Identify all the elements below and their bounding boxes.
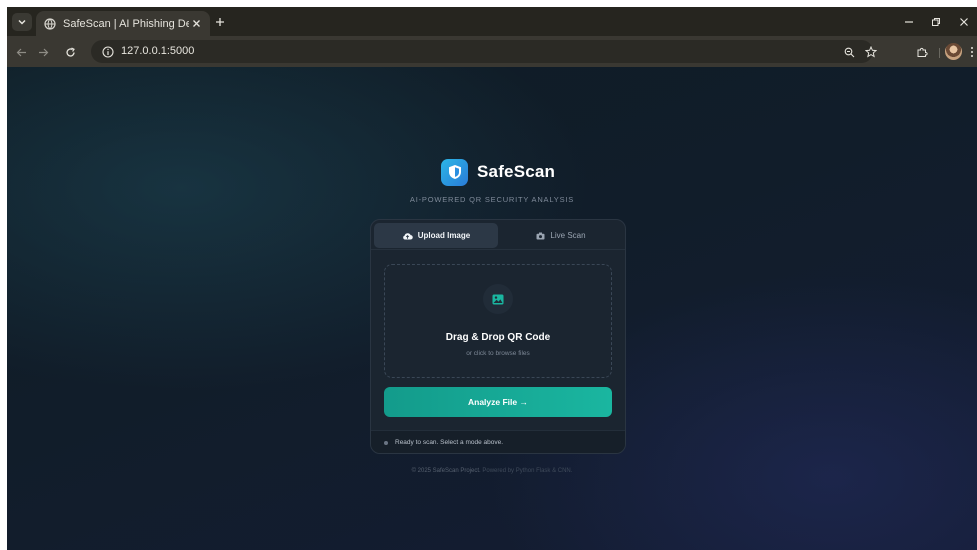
restore-icon: [932, 18, 940, 26]
shield-logo-icon: [441, 158, 468, 186]
dropzone-subtitle: or click to browse files: [466, 350, 530, 357]
zoom-button[interactable]: [841, 44, 857, 60]
url-text: 127.0.0.1:5000: [121, 45, 195, 57]
analyze-file-button[interactable]: Analyze File →: [384, 387, 612, 417]
tab-title: SafeScan | AI Phishing Detector: [63, 17, 189, 30]
forward-button[interactable]: [35, 44, 51, 60]
status-dot: [384, 440, 388, 445]
minimize-icon: [905, 21, 913, 23]
arrow-left-icon: [16, 48, 26, 56]
zoom-icon: [844, 47, 854, 57]
profile-avatar[interactable]: [945, 43, 962, 60]
browser-window: SafeScan | AI Phishing Detector: [7, 7, 977, 550]
tab-label: Upload Image: [417, 231, 471, 240]
dropzone-title: Drag & Drop QR Code: [445, 332, 551, 343]
footer-copyright: © 2025 SafeScan Project.: [411, 468, 481, 474]
brand: SafeScan: [441, 158, 555, 186]
bookmark-button[interactable]: [863, 44, 879, 60]
tab-label: Live Scan: [550, 231, 586, 240]
status-text: Ready to scan. Select a mode above.: [395, 439, 504, 446]
close-tab-icon[interactable]: [189, 17, 203, 31]
app-name: SafeScan: [477, 162, 556, 181]
tab-search-button[interactable]: [12, 13, 32, 31]
globe-icon: [43, 17, 56, 30]
image-icon: [492, 294, 504, 304]
reload-icon: [65, 46, 75, 57]
menu-button[interactable]: [964, 44, 977, 60]
plus-icon: [216, 18, 224, 26]
status-bar: Ready to scan. Select a mode above.: [371, 430, 625, 453]
back-button[interactable]: [13, 44, 29, 60]
new-tab-button[interactable]: [213, 15, 227, 29]
tab-strip: SafeScan | AI Phishing Detector: [7, 7, 977, 36]
address-bar[interactable]: 127.0.0.1:5000: [91, 40, 873, 63]
footer-powered: Powered by Python Flask & CNN.: [482, 468, 573, 474]
arrow-right-icon: [38, 48, 48, 56]
page-viewport: SafeScan AI-POWERED QR SECURITY ANALYSIS…: [7, 67, 977, 550]
minimize-button[interactable]: [901, 14, 917, 30]
browser-tab[interactable]: SafeScan | AI Phishing Detector: [36, 11, 210, 36]
tagline: AI-POWERED QR SECURITY ANALYSIS: [409, 195, 575, 204]
more-vertical-icon: [971, 47, 973, 57]
extensions-button[interactable]: [914, 44, 930, 60]
info-icon[interactable]: [100, 44, 115, 59]
toolbar-divider: [939, 48, 940, 58]
scanner-card: Upload Image Live Scan Drag & Drop QR Co…: [370, 219, 626, 454]
star-icon: [865, 46, 877, 58]
puzzle-icon: [917, 47, 928, 57]
reload-button[interactable]: [62, 44, 78, 60]
tab-live-scan[interactable]: Live Scan: [499, 223, 623, 248]
mode-tabs: Upload Image Live Scan: [371, 220, 625, 250]
camera-icon: [536, 232, 545, 240]
footer: © 2025 SafeScan Project. Powered by Pyth…: [7, 468, 977, 474]
chevron-down-icon: [18, 19, 26, 25]
close-icon: [960, 18, 968, 26]
close-window-button[interactable]: [956, 14, 972, 30]
tab-upload-image[interactable]: Upload Image: [374, 223, 498, 248]
browser-toolbar: 127.0.0.1:5000: [7, 36, 977, 67]
image-icon-badge: [483, 284, 513, 314]
restore-button[interactable]: [928, 14, 944, 30]
cloud-upload-icon: [402, 232, 413, 240]
file-dropzone[interactable]: Drag & Drop QR Code or click to browse f…: [384, 264, 612, 378]
